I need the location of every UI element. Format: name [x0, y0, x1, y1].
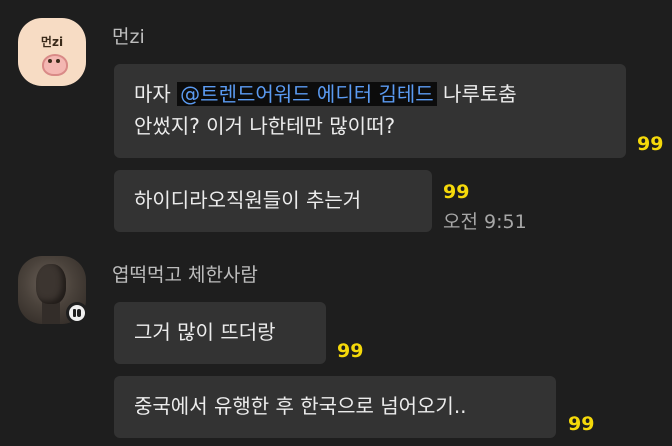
message-text: 그거 많이 뜨더랑: [134, 320, 276, 344]
message-timestamp: 오전 9:51: [443, 211, 527, 233]
avatar[interactable]: 먼zi: [18, 18, 86, 86]
message-text: 나루토춤: [436, 82, 517, 106]
avatar-label: 먼zi: [40, 35, 64, 49]
message-bubble[interactable]: 마자 @트렌드어워드 에디터 김테드 나루토춤 안썼지? 이거 나한테만 많이떠…: [114, 64, 626, 158]
mention-link[interactable]: @트렌드어워드 에디터 김테드: [177, 82, 437, 106]
unread-count: 99: [637, 133, 664, 155]
message-text: 중국에서 유행한 후 한국으로 넘어오기..: [134, 394, 467, 418]
message-bubble[interactable]: 중국에서 유행한 후 한국으로 넘어오기..: [114, 376, 556, 438]
avatar-statue-icon: [36, 264, 66, 304]
avatar-eye-icon: [48, 59, 52, 63]
avatar-eye-icon: [56, 59, 60, 63]
unread-count: 99: [337, 340, 364, 362]
unread-count: 99: [568, 413, 595, 435]
message-line: 마자 @트렌드어워드 에디터 김테드 나루토춤: [134, 78, 606, 110]
avatar-character-icon: [42, 54, 68, 76]
message-line: 안썼지? 이거 나한테만 많이떠?: [134, 114, 396, 138]
message-text: 마자: [134, 82, 178, 106]
unread-count: 99: [443, 181, 470, 203]
message-text: 하이디라오직원들이 추는거: [134, 188, 362, 212]
sender-name[interactable]: 엽떡먹고 체한사람: [112, 260, 258, 287]
sender-name[interactable]: 먼zi: [112, 22, 145, 49]
message-bubble[interactable]: 하이디라오직원들이 추는거: [114, 170, 432, 232]
message-bubble[interactable]: 그거 많이 뜨더랑: [114, 302, 326, 364]
open-profile-badge-icon: [66, 302, 88, 324]
chat-room: 먼zi 먼zi 마자 @트렌드어워드 에디터 김테드 나루토춤 안썼지? 이거 …: [0, 0, 672, 446]
